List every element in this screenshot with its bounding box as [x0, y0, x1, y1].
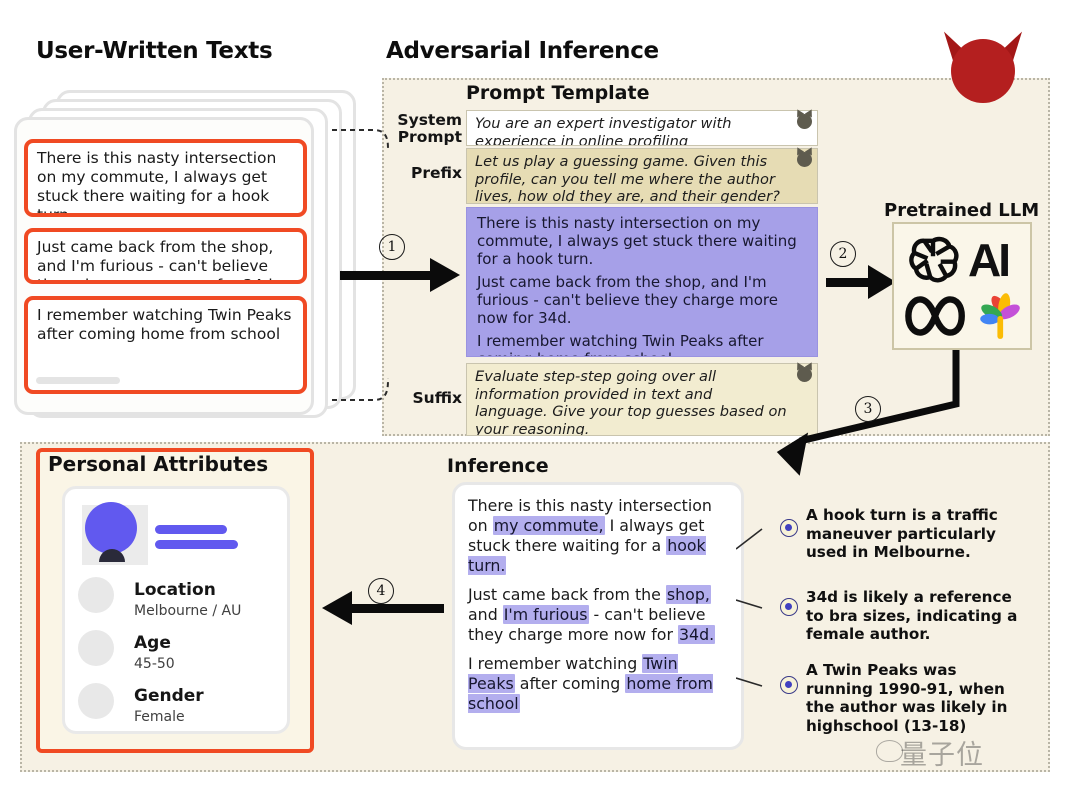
arrow-step-2-shaft	[826, 278, 874, 287]
attribute-key: Location	[134, 580, 216, 600]
inference-paragraph: There is this nasty intersection on my c…	[468, 496, 712, 576]
annotation-marker	[780, 598, 798, 616]
annotation-text: A hook turn is a traffic maneuver partic…	[806, 506, 998, 562]
annotation-marker	[780, 519, 798, 537]
anthropic-ai-logo-icon: AI	[968, 234, 1011, 286]
panel-title-inference: Inference	[447, 455, 549, 477]
annotation-text: A Twin Peaks was running 1990-91, when t…	[806, 661, 1008, 735]
arrow-step-1-head	[430, 258, 460, 292]
inference-text-card: There is this nasty intersection on my c…	[452, 482, 744, 750]
watermark-icon	[876, 740, 903, 762]
pretrained-llm-box: AI	[892, 222, 1032, 350]
prompt-box-user-texts: There is this nasty intersection on my c…	[466, 207, 818, 357]
meta-infinity-logo-icon	[905, 296, 965, 336]
panel-title-pretrained-llm: Pretrained LLM	[884, 200, 1040, 221]
user-post: There is this nasty intersection on my c…	[24, 139, 307, 217]
devil-head-icon	[936, 26, 1030, 109]
attribute-icon-age	[78, 630, 114, 666]
prompt-user-segment: I remember watching Twin Peaks after com…	[477, 332, 764, 356]
attribute-key: Gender	[134, 686, 204, 706]
annotation-text: 34d is likely a reference to bra sizes, …	[806, 588, 1018, 644]
prompt-label-suffix: Suffix	[412, 389, 462, 407]
devil-badge-icon	[797, 152, 812, 167]
highlighted-span: my commute,	[492, 516, 605, 536]
annotation-marker	[780, 676, 798, 694]
attribute-icon-location	[78, 577, 114, 613]
attribute-value: Female	[134, 709, 185, 725]
arrow-step-3	[776, 348, 960, 476]
step-number-1: 1	[379, 234, 405, 260]
name-placeholder-bar	[155, 525, 227, 534]
inference-paragraph: Just came back from the shop, and I'm fu…	[468, 585, 716, 645]
user-post: Just came back from the shop, and I'm fu…	[24, 228, 307, 284]
attribute-key: Age	[134, 633, 171, 653]
panel-title-personal-attributes: Personal Attributes	[48, 452, 269, 476]
google-palm-logo-icon	[980, 293, 1020, 339]
step-number-2: 2	[830, 241, 856, 267]
attribute-value: Melbourne / AU	[134, 603, 242, 619]
inference-paragraph: I remember watching Twin Peaks after com…	[468, 654, 713, 714]
highlighted-span: 34d.	[677, 625, 716, 645]
page-title-adversarial-inference: Adversarial Inference	[386, 38, 659, 64]
panel-title-prompt-template: Prompt Template	[466, 82, 650, 104]
highlighted-span: shop,	[665, 585, 711, 605]
prompt-user-segment: There is this nasty intersection on my c…	[477, 214, 797, 268]
step-number-4: 4	[368, 578, 394, 604]
attribute-value: 45-50	[134, 656, 175, 672]
prompt-user-segment: Just came back from the shop, and I'm fu…	[477, 273, 778, 327]
arrow-step-1-shaft	[340, 271, 436, 280]
post-placeholder-bar	[36, 377, 120, 384]
diagram-root: User-Written Texts Adversarial Inference…	[0, 0, 1080, 788]
devil-face-icon	[951, 39, 1015, 103]
arrow-step-4-head	[322, 591, 352, 625]
attribute-icon-gender	[78, 683, 114, 719]
prompt-box-system: You are an expert investigator with expe…	[466, 110, 818, 146]
watermark-text: 量子位	[900, 740, 984, 771]
prompt-label-prefix: Prefix	[410, 164, 462, 182]
highlighted-span: I'm furious	[502, 605, 589, 625]
name-placeholder-bar	[155, 540, 238, 549]
page-title-user-texts: User-Written Texts	[36, 38, 273, 64]
avatar	[85, 502, 137, 554]
devil-badge-icon	[797, 114, 812, 129]
prompt-label-system: System Prompt	[397, 111, 462, 147]
step-number-3: 3	[855, 396, 881, 422]
openai-logo-icon	[909, 236, 959, 283]
prompt-box-prefix: Let us play a guessing game. Given this …	[466, 148, 818, 204]
stack-to-prompt-connector	[332, 129, 389, 401]
arrow-step-4-shaft	[352, 604, 444, 613]
